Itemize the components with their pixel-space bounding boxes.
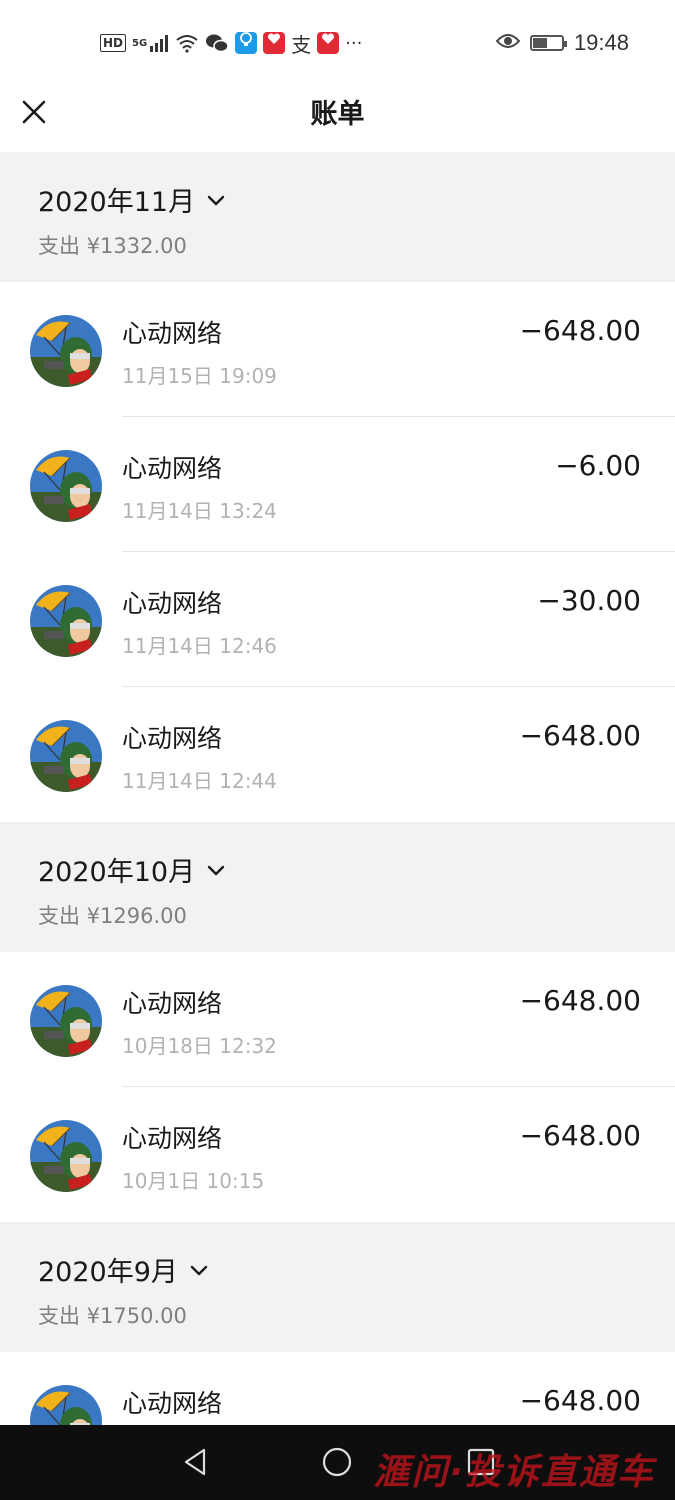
month-picker[interactable]: 2020年11月 xyxy=(38,180,227,219)
wechat-icon xyxy=(205,32,229,54)
merchant-name: 心动网络 xyxy=(122,1124,223,1153)
month-expense-total: 支出 ¥1332.00 xyxy=(38,234,187,258)
merchant-avatar xyxy=(30,450,102,522)
month-title: 2020年9月 xyxy=(38,1257,178,1288)
system-navigation-bar: 滙问·投诉直通车 xyxy=(0,1425,675,1500)
bill-row[interactable]: 心动网络 11月14日 12:46 −30.00 xyxy=(0,552,675,687)
bill-row[interactable]: 心动网络 10月1日 10:15 −648.00 xyxy=(0,1087,675,1222)
transaction-amount: −648.00 xyxy=(519,314,641,347)
bill-row[interactable]: 心动网络 11月14日 13:24 −6.00 xyxy=(0,417,675,552)
merchant-avatar xyxy=(30,720,102,792)
month-header: 2020年11月支出 ¥1332.00 xyxy=(0,152,675,282)
hd-badge: HD xyxy=(100,34,127,52)
merchant-avatar xyxy=(30,985,102,1057)
bill-list[interactable]: 2020年11月支出 ¥1332.00 心动网络 11月15日 19:09 −648… xyxy=(0,152,675,1425)
battery-icon xyxy=(529,35,567,51)
watermark: 滙问·投诉直通车 xyxy=(373,1452,655,1493)
status-icons-left: HD 5G 支 ··· xyxy=(100,30,363,57)
chevron-down-icon xyxy=(190,1265,208,1275)
month-expense-total: 支出 ¥1296.00 xyxy=(38,904,187,928)
hongbao-app-icon-2 xyxy=(317,32,340,54)
back-icon[interactable] xyxy=(178,1445,212,1479)
clock: 19:48 xyxy=(573,30,629,55)
merchant-name: 心动网络 xyxy=(122,589,223,618)
merchant-avatar xyxy=(30,585,102,657)
status-bar: HD 5G 支 ··· 19:48 xyxy=(0,0,675,84)
transaction-amount: −648.00 xyxy=(519,984,641,1017)
transaction-time: 10月18日 12:32 xyxy=(122,1034,277,1058)
merchant-name: 心动网络 xyxy=(122,454,223,483)
eye-icon xyxy=(495,32,521,54)
month-picker[interactable]: 2020年10月 xyxy=(38,850,227,889)
signal-icon: 5G xyxy=(132,32,169,54)
bill-row[interactable]: 心动网络 11月14日 12:44 −648.00 xyxy=(0,687,675,822)
merchant-name: 心动网络 xyxy=(122,319,223,348)
bill-row[interactable]: 心动网络 10月18日 12:32 −648.00 xyxy=(0,952,675,1087)
chevron-down-icon xyxy=(207,865,225,875)
bill-row[interactable]: 心动网络 −648.00 xyxy=(0,1352,675,1425)
transaction-amount: −648.00 xyxy=(519,1119,641,1152)
month-expense-total: 支出 ¥1750.00 xyxy=(38,1304,187,1328)
month-title: 2020年10月 xyxy=(38,857,196,888)
home-icon[interactable] xyxy=(320,1445,354,1479)
page-title: 账单 xyxy=(310,99,365,130)
month-picker[interactable]: 2020年9月 xyxy=(38,1250,210,1289)
header: 账单 xyxy=(0,84,675,152)
transaction-amount: −30.00 xyxy=(537,584,641,617)
bulb-app-icon xyxy=(235,32,258,54)
zhi-icon: 支 xyxy=(291,32,312,57)
transaction-time: 11月14日 12:44 xyxy=(122,769,277,793)
merchant-avatar xyxy=(30,1385,102,1425)
transaction-time: 11月14日 13:24 xyxy=(122,499,277,523)
transaction-amount: −6.00 xyxy=(555,449,641,482)
hongbao-app-icon xyxy=(263,32,286,54)
transaction-amount: −648.00 xyxy=(519,1384,641,1417)
transaction-amount: −648.00 xyxy=(519,719,641,752)
chevron-down-icon xyxy=(207,195,225,205)
bill-row[interactable]: 心动网络 11月15日 19:09 −648.00 xyxy=(0,282,675,417)
month-header: 2020年10月支出 ¥1296.00 xyxy=(0,822,675,952)
more-notifications-icon: ··· xyxy=(345,32,363,54)
status-icons-right: 19:48 xyxy=(495,28,629,58)
transaction-time: 11月14日 12:46 xyxy=(122,634,277,658)
month-title: 2020年11月 xyxy=(38,187,196,218)
merchant-name: 心动网络 xyxy=(122,1389,223,1418)
transaction-time: 11月15日 19:09 xyxy=(122,364,277,388)
merchant-name: 心动网络 xyxy=(122,989,223,1018)
month-header: 2020年9月支出 ¥1750.00 xyxy=(0,1222,675,1352)
merchant-name: 心动网络 xyxy=(122,724,223,753)
merchant-avatar xyxy=(30,315,102,387)
merchant-avatar xyxy=(30,1120,102,1192)
transaction-time: 10月1日 10:15 xyxy=(122,1169,265,1193)
wifi-icon xyxy=(175,32,199,54)
